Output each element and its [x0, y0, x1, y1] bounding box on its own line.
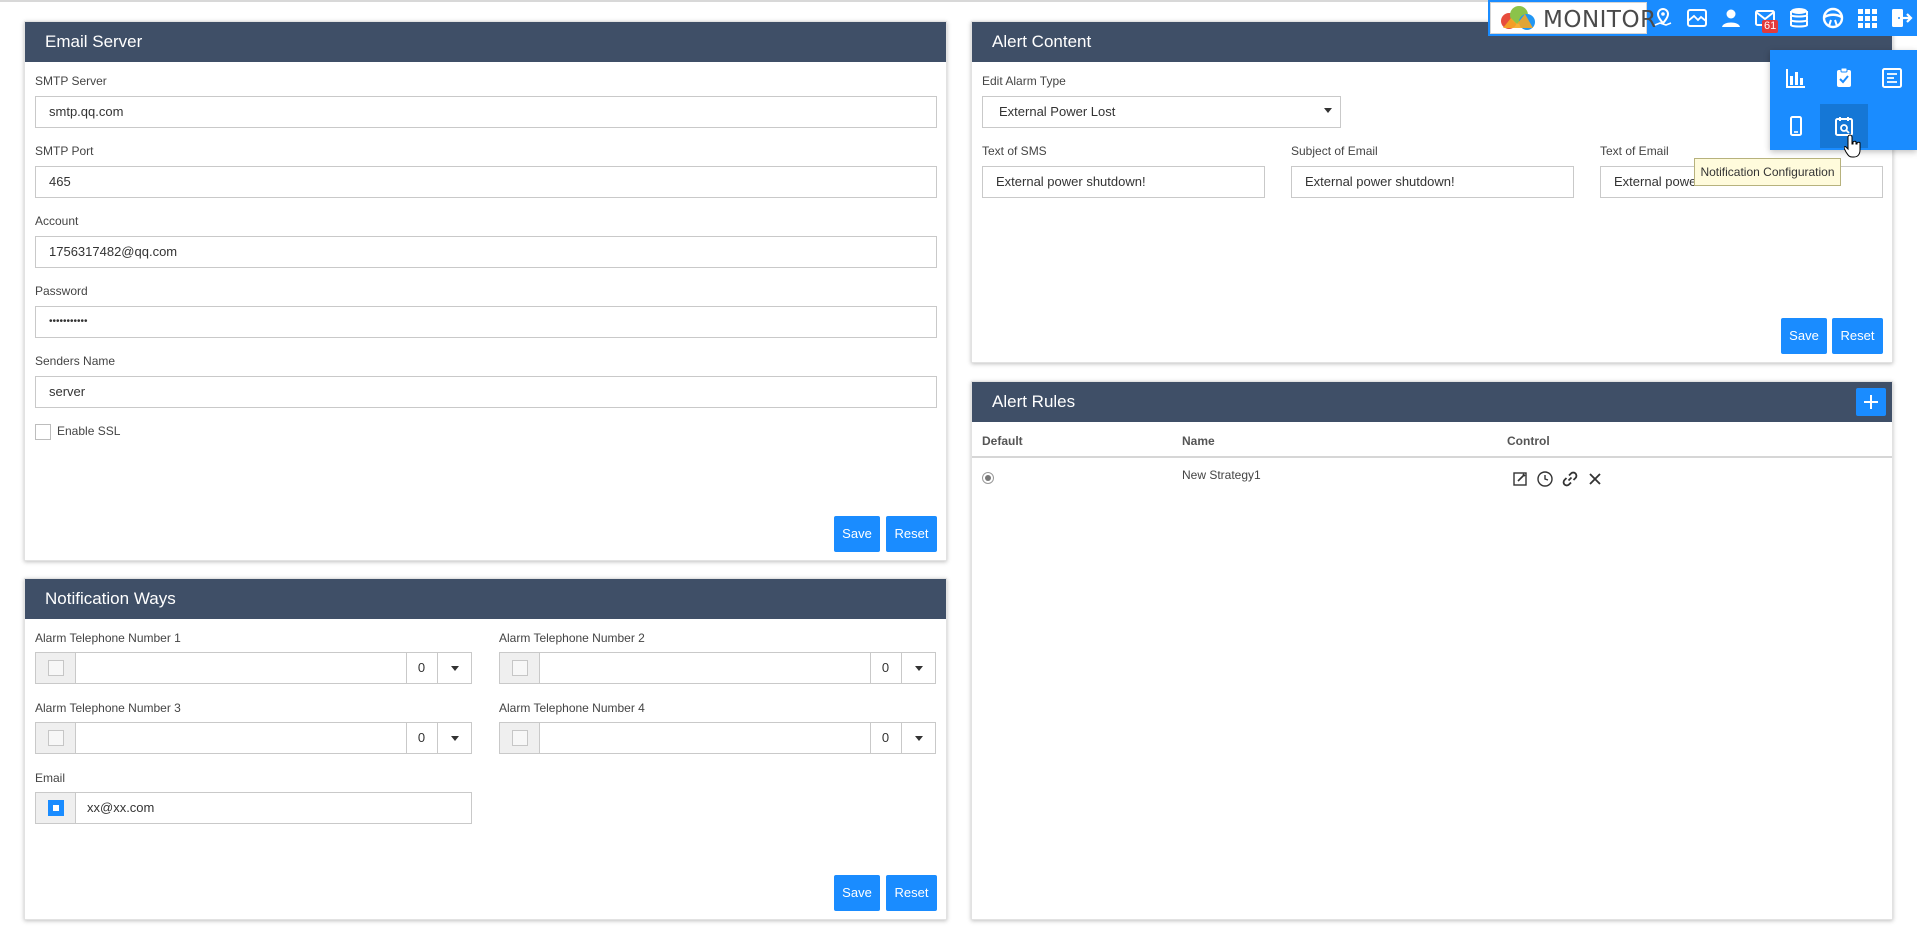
email-checkbox[interactable] — [36, 793, 76, 823]
phone4-checkbox[interactable] — [500, 723, 540, 753]
rule-name: New Strategy1 — [1182, 468, 1261, 482]
alarm-type-select[interactable]: External Power Lost — [982, 96, 1341, 128]
phone4-dropdown[interactable] — [901, 723, 935, 753]
phone4-input[interactable] — [541, 723, 803, 753]
phone2-group: 0 — [499, 652, 936, 684]
edit-icon[interactable] — [1510, 469, 1530, 489]
phone3-checkbox[interactable] — [36, 723, 76, 753]
email-input[interactable]: xx@xx.com — [77, 793, 467, 823]
clipboard-check-icon[interactable] — [1820, 56, 1868, 100]
alert-content-panel: Alert Content Edit Alarm Type External P… — [971, 21, 1893, 363]
column-name: Name — [1182, 434, 1215, 448]
email-subject-input[interactable]: External power shutdown! — [1291, 166, 1574, 198]
panel-title: Notification Ways — [25, 579, 946, 619]
brand-logo[interactable]: MONITOR — [1490, 2, 1656, 34]
logo-icon — [1501, 6, 1535, 30]
phone3-dropdown[interactable] — [437, 723, 471, 753]
column-default: Default — [982, 434, 1023, 448]
panel-title: Email Server — [25, 22, 946, 62]
senders-name-input[interactable]: server — [35, 376, 937, 408]
alarm-type-value: External Power Lost — [999, 104, 1116, 119]
map-pin-icon[interactable] — [1651, 6, 1675, 30]
alarm-type-label: Edit Alarm Type — [982, 74, 1066, 88]
password-label: Password — [35, 284, 88, 298]
smtp-server-label: SMTP Server — [35, 74, 107, 88]
tooltip: Notification Configuration — [1694, 158, 1841, 186]
senders-name-label: Senders Name — [35, 354, 116, 368]
save-button[interactable]: Save — [834, 516, 880, 552]
reset-button[interactable]: Reset — [886, 516, 937, 552]
save-button[interactable]: Save — [834, 875, 880, 911]
brand-name: MONITOR — [1543, 7, 1657, 33]
alert-rules-panel: Alert Rules Default Name Control New Str… — [971, 381, 1893, 920]
mouse-cursor-icon — [1844, 134, 1861, 158]
phone2-code: 0 — [870, 653, 900, 683]
password-input[interactable]: ••••••••••• — [35, 306, 937, 338]
panel-title: Alert Rules — [972, 382, 1892, 422]
phone2-dropdown[interactable] — [901, 653, 935, 683]
phone2-input[interactable] — [541, 653, 803, 683]
account-input[interactable]: 1756317482@qq.com — [35, 236, 937, 268]
phone2-checkbox[interactable] — [500, 653, 540, 683]
phone3-label: Alarm Telephone Number 3 — [35, 701, 181, 715]
report-icon[interactable] — [1868, 56, 1916, 100]
phone1-group: 0 — [35, 652, 472, 684]
phone1-checkbox[interactable] — [36, 653, 76, 683]
grid-icon[interactable] — [1855, 6, 1879, 30]
save-button[interactable]: Save — [1781, 318, 1827, 354]
reset-button[interactable]: Reset — [886, 875, 937, 911]
bar-chart-icon[interactable] — [1772, 56, 1820, 100]
chevron-down-icon — [1324, 108, 1332, 113]
phone4-group: 0 — [499, 722, 936, 754]
user-icon[interactable] — [1719, 6, 1743, 30]
phone1-label: Alarm Telephone Number 1 — [35, 631, 181, 645]
link-icon[interactable] — [1560, 469, 1580, 489]
phone4-code: 0 — [870, 723, 900, 753]
smtp-port-input[interactable]: 465 — [35, 166, 937, 198]
mail-count-badge: 61 — [1762, 20, 1779, 33]
email-server-panel: Email Server SMTP Server smtp.qq.com SMT… — [24, 21, 947, 561]
smtp-server-input[interactable]: smtp.qq.com — [35, 96, 937, 128]
email-group: xx@xx.com — [35, 792, 472, 824]
email-label: Email — [35, 771, 66, 785]
phone2-label: Alarm Telephone Number 2 — [499, 631, 645, 645]
clock-icon[interactable] — [1535, 469, 1555, 489]
enable-ssl-checkbox[interactable] — [35, 424, 51, 440]
enable-ssl-label: Enable SSL — [57, 424, 121, 438]
notification-ways-panel: Notification Ways Alarm Telephone Number… — [24, 578, 947, 920]
phone1-code: 0 — [406, 653, 436, 683]
phone3-group: 0 — [35, 722, 472, 754]
phone3-input[interactable] — [77, 723, 339, 753]
phone1-input[interactable] — [77, 653, 339, 683]
phone1-dropdown[interactable] — [437, 653, 471, 683]
phone3-code: 0 — [406, 723, 436, 753]
phone4-label: Alarm Telephone Number 4 — [499, 701, 645, 715]
delete-icon[interactable] — [1585, 469, 1605, 489]
steering-wheel-icon[interactable] — [1821, 6, 1845, 30]
smtp-port-label: SMTP Port — [35, 144, 94, 158]
email-text-label: Text of Email — [1600, 144, 1669, 158]
reset-button[interactable]: Reset — [1832, 318, 1883, 354]
column-control: Control — [1507, 434, 1550, 448]
account-label: Account — [35, 214, 79, 228]
logout-icon[interactable] — [1889, 6, 1913, 30]
default-radio[interactable] — [982, 472, 994, 484]
email-subject-label: Subject of Email — [1291, 144, 1378, 158]
sms-text-input[interactable]: External power shutdown! — [982, 166, 1265, 198]
database-icon[interactable] — [1787, 6, 1811, 30]
sms-text-label: Text of SMS — [982, 144, 1047, 158]
table-row: New Strategy1 — [972, 458, 1892, 498]
phone-icon[interactable] — [1772, 104, 1820, 148]
add-rule-button[interactable] — [1856, 388, 1886, 416]
map-icon[interactable] — [1685, 6, 1709, 30]
